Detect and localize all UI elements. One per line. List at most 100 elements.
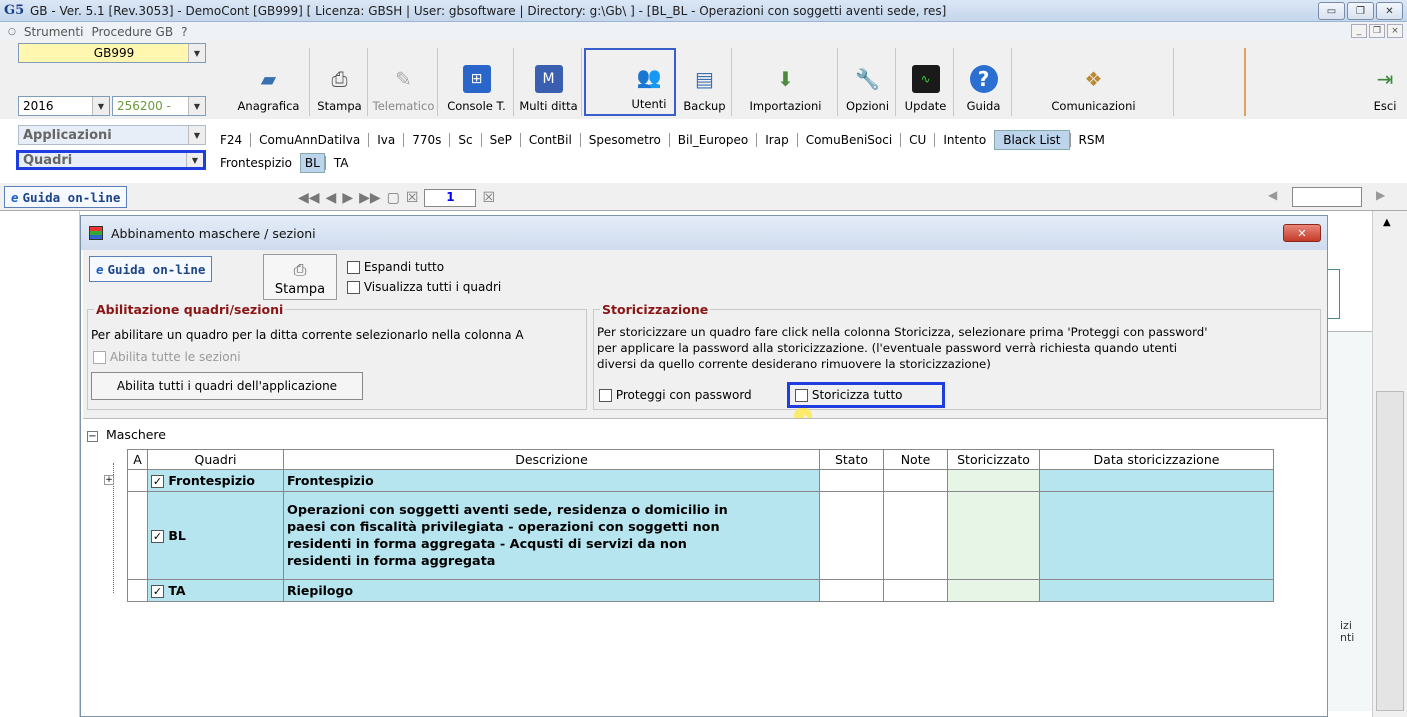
chevron-down-icon[interactable]: ▼ <box>92 97 109 115</box>
tab-bl[interactable]: BL <box>299 153 325 173</box>
multi-ditta-button[interactable]: M Multi ditta <box>516 48 582 116</box>
close-button[interactable]: ✕ <box>1376 2 1403 20</box>
importazioni-button[interactable]: ⬇ Importazioni <box>734 48 838 116</box>
quadro-checkbox[interactable]: ✓ <box>151 530 164 543</box>
table-row[interactable]: ✓ BL Operazioni con soggetti aventi sede… <box>127 491 1274 580</box>
backup-button[interactable]: ▤ Backup <box>678 48 732 116</box>
stampa-button[interactable]: ⎙ Stampa <box>312 48 368 116</box>
menu-help[interactable]: ? <box>181 25 187 39</box>
vertical-scrollbar[interactable]: ▲ <box>1372 211 1407 717</box>
col-storicizzato[interactable]: Storicizzato <box>947 449 1040 470</box>
abilita-tutti-button[interactable]: Abilita tutti i quadri dell'applicazione <box>91 372 363 400</box>
storicizza-tutto-checkbox[interactable]: Storicizza tutto <box>795 388 903 402</box>
menu-procedure[interactable]: Procedure GB <box>91 25 173 39</box>
storicizzato-cell[interactable] <box>947 469 1040 492</box>
dialog-stampa-button[interactable]: ⎙ Stampa <box>263 254 337 300</box>
visualizza-checkbox[interactable]: Visualizza tutti i quadri <box>347 280 501 294</box>
tab-rsm[interactable]: RSM <box>1069 133 1113 147</box>
quadro-checkbox[interactable]: ✓ <box>151 475 164 488</box>
update-button[interactable]: ∿ Update <box>898 48 954 116</box>
dialog-close-button[interactable]: ✕ <box>1283 224 1321 242</box>
checkbox[interactable] <box>347 261 360 274</box>
checkbox[interactable] <box>795 389 808 402</box>
checkbox[interactable] <box>347 281 360 294</box>
mdi-close-button[interactable]: × <box>1387 24 1403 38</box>
new-record-icon[interactable]: ▢ <box>387 190 400 206</box>
tab-black-list[interactable]: Black List <box>994 130 1070 150</box>
quadri-select[interactable]: Quadri ▼ <box>16 150 206 170</box>
chevron-down-icon[interactable]: ▼ <box>188 44 205 62</box>
mdi-minimize-button[interactable]: _ <box>1351 24 1367 38</box>
note-cell[interactable] <box>883 579 948 602</box>
comunicazioni-button[interactable]: ❖ Comunicazioni <box>1014 48 1174 116</box>
note-cell[interactable] <box>883 469 948 492</box>
dialog-guida-online-button[interactable]: e Guida on-line <box>89 256 213 282</box>
col-quadri[interactable]: Quadri <box>147 449 284 470</box>
scroll-left-icon[interactable]: ◀ <box>1268 188 1277 202</box>
note-cell[interactable] <box>883 491 948 580</box>
col-a[interactable]: A <box>127 449 148 470</box>
quadro-checkbox[interactable]: ✓ <box>151 585 164 598</box>
year-select[interactable]: 2016 ▼ <box>18 96 110 116</box>
tree-root[interactable]: − Maschere <box>87 427 166 442</box>
quadro-cell[interactable]: ✓ TA <box>147 579 284 602</box>
col-note[interactable]: Note <box>883 449 948 470</box>
search-input[interactable] <box>1292 187 1362 207</box>
scroll-up-icon[interactable]: ▲ <box>1383 217 1391 228</box>
tab-770s[interactable]: 770s <box>403 133 449 147</box>
col-stato[interactable]: Stato <box>819 449 884 470</box>
quadro-cell[interactable]: ✓ BL <box>147 491 284 580</box>
last-record-icon[interactable]: ▶▶ <box>359 190 381 206</box>
col-descrizione[interactable]: Descrizione <box>283 449 820 470</box>
guida-online-button[interactable]: e Guida on-line <box>4 186 128 208</box>
tab-irap[interactable]: Irap <box>756 133 796 147</box>
tab-sc[interactable]: Sc <box>449 133 480 147</box>
stato-cell[interactable] <box>819 491 884 580</box>
collapse-icon[interactable]: − <box>87 431 98 442</box>
opzioni-button[interactable]: 🔧 Opzioni <box>840 48 896 116</box>
expand-icon[interactable]: + <box>104 475 114 485</box>
stato-cell[interactable] <box>819 469 884 492</box>
quadro-cell[interactable]: ✓ Frontespizio <box>147 469 284 492</box>
prev-record-icon[interactable]: ◀ <box>326 190 337 206</box>
tab-bil-europeo[interactable]: Bil_Europeo <box>668 133 756 147</box>
guida-button[interactable]: ? Guida <box>956 48 1012 116</box>
table-row[interactable]: + ✓ Frontespizio Frontespizio <box>104 469 1274 492</box>
anagrafica-button[interactable]: ▰ Anagrafica <box>228 48 310 116</box>
minimize-button[interactable]: ▭ <box>1318 2 1345 20</box>
chevron-down-icon[interactable]: ▼ <box>186 153 203 167</box>
tab-comuanndatiiva[interactable]: ComuAnnDatiIva <box>250 133 368 147</box>
page-number[interactable]: 1 <box>424 189 477 207</box>
col-data-storicizzazione[interactable]: Data storicizzazione <box>1039 449 1274 470</box>
mdi-restore-button[interactable]: ❐ <box>1369 24 1385 38</box>
applicazioni-select[interactable]: Applicazioni ▼ <box>18 125 206 145</box>
stato-cell[interactable] <box>819 579 884 602</box>
utenti-button[interactable]: 👥 Utenti <box>584 48 676 116</box>
tab-f24[interactable]: F24 <box>212 133 250 147</box>
next-record-icon[interactable]: ▶ <box>342 190 353 206</box>
company-select[interactable]: GB999 ▼ <box>18 43 206 63</box>
code-select[interactable]: 256200 - ▼ <box>112 96 206 116</box>
storicizzato-cell[interactable] <box>947 579 1040 602</box>
tab-contbil[interactable]: ContBil <box>519 133 580 147</box>
tab-sep[interactable]: SeP <box>480 133 520 147</box>
expand-cell[interactable]: + <box>104 469 148 492</box>
table-row[interactable]: ✓ TA Riepilogo <box>127 579 1274 602</box>
scrollbar-thumb[interactable] <box>1376 391 1404 711</box>
scroll-right-icon[interactable]: ▶ <box>1376 188 1385 202</box>
tab-iva[interactable]: Iva <box>368 133 403 147</box>
esci-button[interactable]: ⇥ Esci <box>1366 48 1404 116</box>
first-record-icon[interactable]: ◀◀ <box>298 190 320 206</box>
chevron-down-icon[interactable]: ▼ <box>188 126 205 144</box>
tab-frontespizio[interactable]: Frontespizio <box>212 156 300 170</box>
console-button[interactable]: ⊞ Console T. <box>440 48 514 116</box>
restore-button[interactable]: ❐ <box>1347 2 1374 20</box>
menu-strumenti[interactable]: Strumenti <box>24 25 84 39</box>
storicizzato-cell[interactable] <box>947 491 1040 580</box>
tab-cu[interactable]: CU <box>900 133 934 147</box>
tab-comubenisoci[interactable]: ComuBeniSoci <box>796 133 900 147</box>
espandi-checkbox[interactable]: Espandi tutto <box>347 260 444 274</box>
checkbox[interactable] <box>599 389 612 402</box>
chevron-down-icon[interactable]: ▼ <box>188 97 205 115</box>
proteggi-checkbox[interactable]: Proteggi con password <box>599 388 752 402</box>
